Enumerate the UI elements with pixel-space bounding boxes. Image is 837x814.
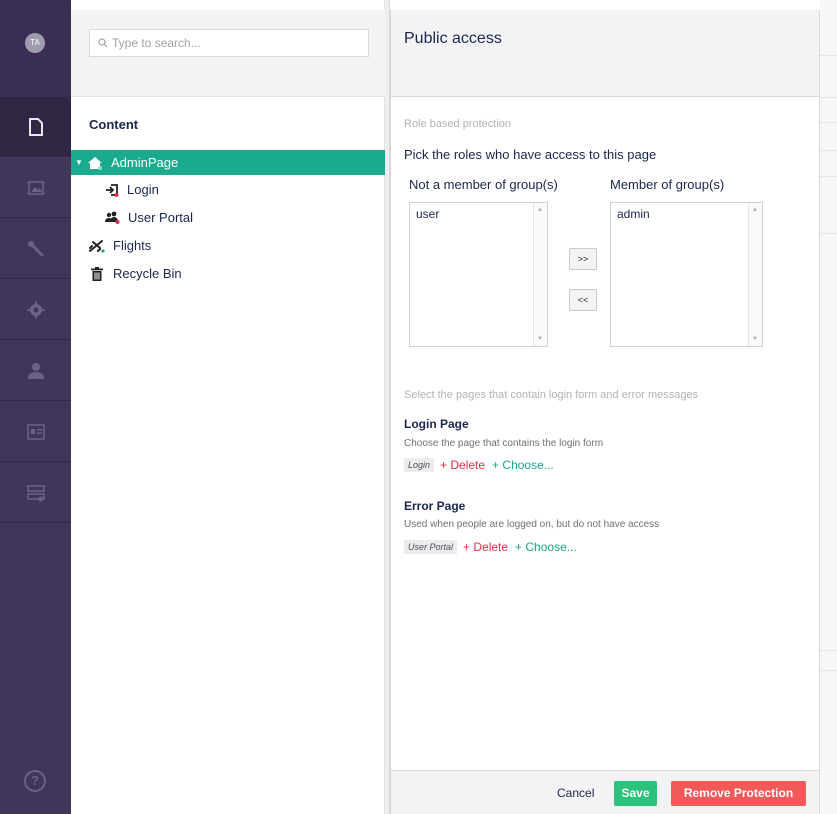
login-page-delete-link[interactable]: + Delete <box>440 458 485 472</box>
save-button[interactable]: Save <box>614 781 657 806</box>
nav-users[interactable] <box>0 341 71 401</box>
nav-config[interactable] <box>0 280 71 340</box>
tree-title: Content <box>89 117 139 132</box>
remove-protection-button[interactable]: Remove Protection <box>671 781 806 806</box>
member-label: Member of group(s) <box>610 177 725 192</box>
public-access-dialog: Public access Role based protection Pick… <box>390 10 820 814</box>
trash-icon <box>91 266 103 281</box>
dialog-footer: Cancel Save Remove Protection <box>391 770 819 814</box>
login-page-choose-link[interactable]: + Choose... <box>492 458 554 472</box>
not-member-option[interactable]: user <box>410 203 547 225</box>
error-page-delete-link[interactable]: + Delete <box>463 540 508 554</box>
airplane-icon <box>89 239 105 253</box>
member-listbox[interactable]: admin ▲ ▼ <box>610 202 763 347</box>
user-icon <box>27 362 44 379</box>
error-page-selected: User Portal <box>404 540 458 554</box>
forms-icon <box>26 484 45 501</box>
avatar[interactable]: TA <box>25 33 45 53</box>
tree-node-label: Recycle Bin <box>113 266 182 281</box>
section-nav: TA ? <box>0 0 71 814</box>
tree-node-label: Login <box>127 182 159 197</box>
dialog-title: Public access <box>404 30 502 47</box>
nav-forms[interactable] <box>0 463 71 523</box>
tree-node-label: AdminPage <box>111 155 179 170</box>
search-icon <box>98 38 108 48</box>
not-member-label: Not a member of group(s) <box>409 177 558 192</box>
app: TA ? Content <box>0 0 837 814</box>
search-box[interactable] <box>89 29 369 57</box>
members-icon <box>26 423 45 440</box>
nav-members[interactable] <box>0 402 71 462</box>
tree-header <box>71 10 385 97</box>
nav-settings[interactable] <box>0 219 71 279</box>
tree-node-adminpage[interactable]: ▼ AdminPage <box>71 150 385 175</box>
media-icon <box>27 180 44 195</box>
login-page-description: Choose the page that contains the login … <box>404 438 604 449</box>
listbox-scrollbar[interactable]: ▲ ▼ <box>533 203 547 346</box>
section-label: Role based protection <box>404 118 512 130</box>
move-left-button[interactable]: << <box>569 289 597 311</box>
cancel-button[interactable]: Cancel <box>557 786 594 800</box>
background-editor <box>820 0 837 814</box>
member-option[interactable]: admin <box>611 203 762 225</box>
error-page-description: Used when people are logged on, but do n… <box>404 519 660 530</box>
error-page-picker: User Portal + Delete + Choose... <box>404 540 577 554</box>
dialog-header: Public access <box>391 10 819 97</box>
settings-wrench-icon <box>27 240 43 256</box>
login-page-selected: Login <box>404 458 435 472</box>
login-page-picker: Login + Delete + Choose... <box>404 458 554 472</box>
rail-header: TA <box>0 0 71 97</box>
content-tree-panel: Content ▼ AdminPage Login User Portal Fl… <box>71 0 385 814</box>
gear-icon <box>27 301 44 318</box>
help-icon[interactable]: ? <box>24 770 46 792</box>
tree-node-recycle-bin[interactable]: Recycle Bin <box>71 261 385 286</box>
pages-hint: Select the pages that contain login form… <box>404 389 699 401</box>
search-input[interactable] <box>112 36 352 50</box>
login-page-title: Login Page <box>404 417 469 431</box>
users-group-icon <box>105 211 120 224</box>
login-icon <box>106 183 119 197</box>
not-member-listbox[interactable]: user ▲ ▼ <box>409 202 548 347</box>
error-page-choose-link[interactable]: + Choose... <box>515 540 577 554</box>
caret-down-icon[interactable]: ▼ <box>75 158 85 167</box>
home-icon <box>88 156 102 170</box>
nav-media[interactable] <box>0 158 71 218</box>
tree-node-login[interactable]: Login <box>71 177 385 202</box>
tree-node-label: Flights <box>113 238 152 253</box>
roles-instruction: Pick the roles who have access to this p… <box>404 147 657 162</box>
listbox-scrollbar[interactable]: ▲ ▼ <box>748 203 762 346</box>
tree-node-flights[interactable]: Flights <box>71 233 385 258</box>
tree-node-user-portal[interactable]: User Portal <box>71 205 385 230</box>
tree-node-label: User Portal <box>128 210 194 225</box>
move-right-button[interactable]: >> <box>569 248 597 270</box>
content-icon <box>28 117 43 136</box>
error-page-title: Error Page <box>404 499 466 513</box>
nav-content[interactable] <box>0 97 71 157</box>
